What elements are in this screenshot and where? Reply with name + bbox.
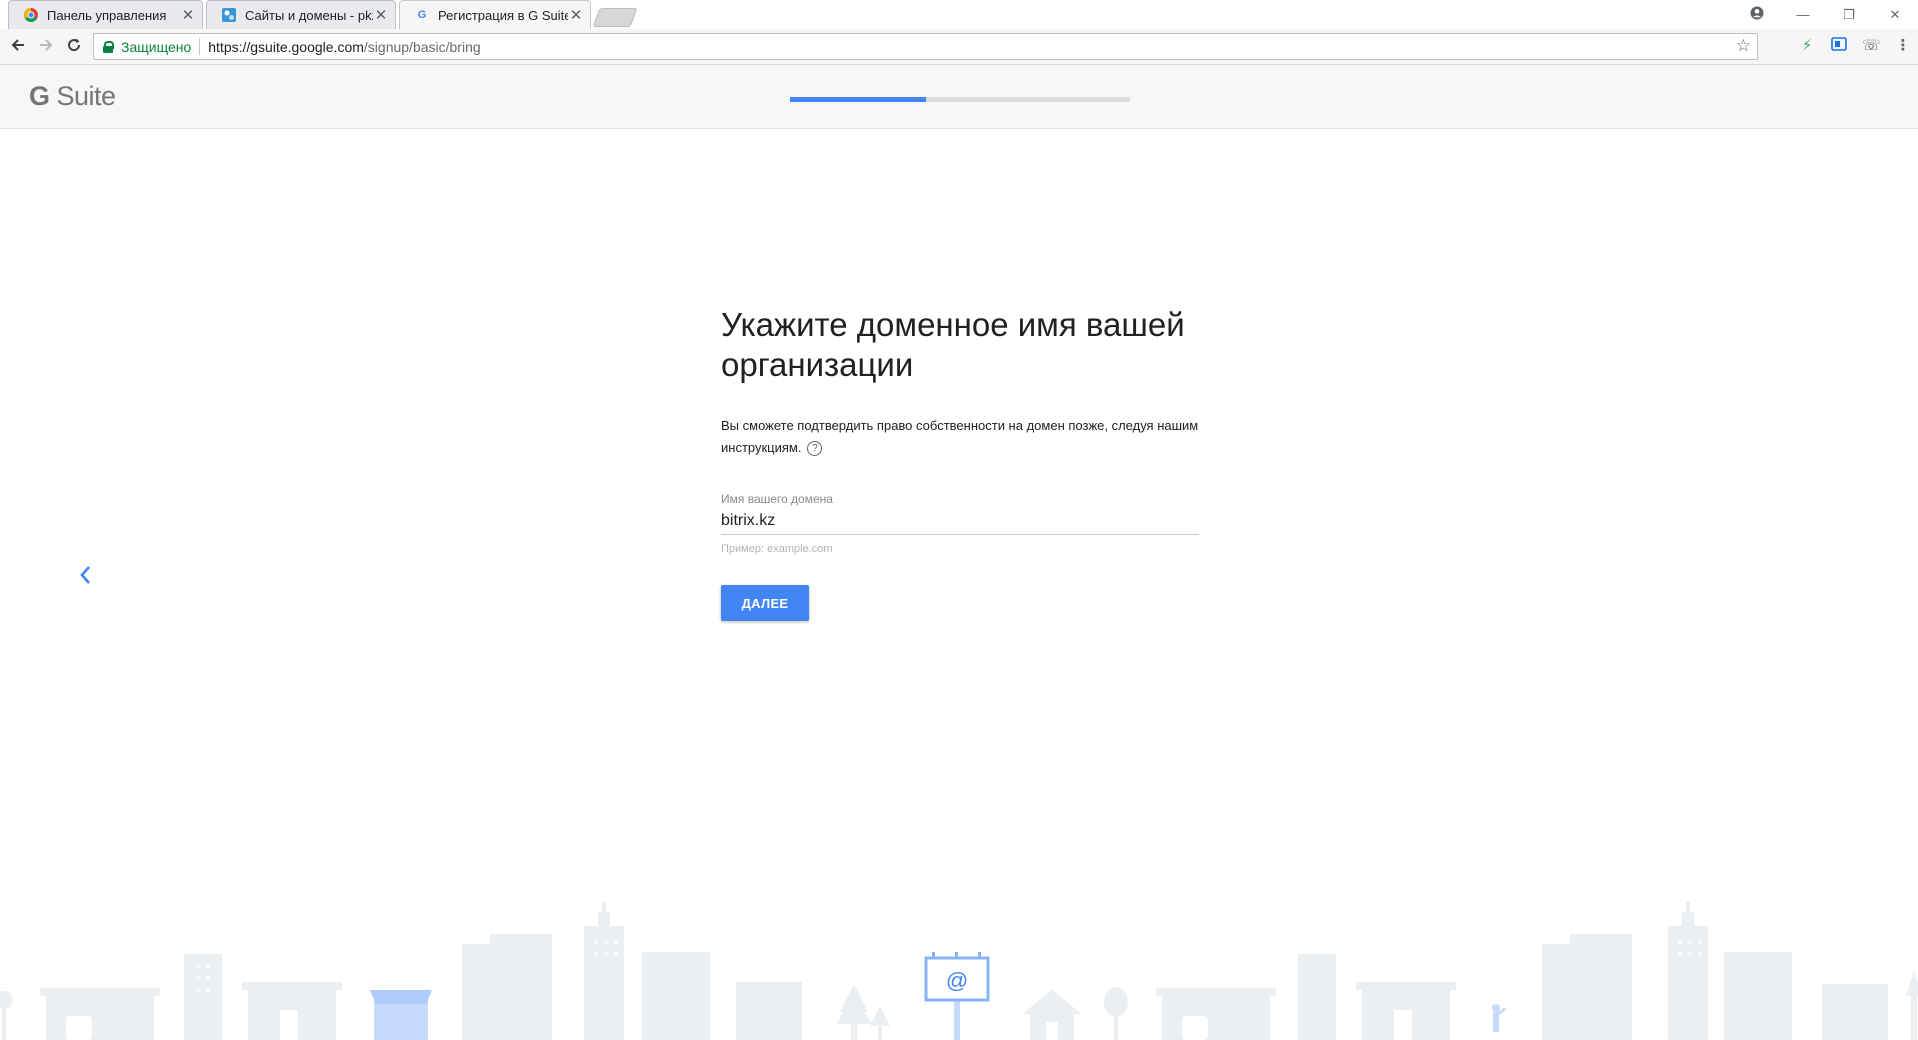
back-step-button[interactable]: [74, 562, 96, 588]
close-icon[interactable]: ✕: [180, 6, 196, 24]
form-description: Вы сможете подтвердить право собственнос…: [721, 415, 1199, 459]
profile-icon[interactable]: [1734, 6, 1780, 23]
chrome-favicon-icon: [23, 7, 39, 23]
google-favicon-icon: G: [417, 9, 427, 21]
tab-title: Сайты и домены - pkz25: [245, 7, 373, 23]
close-icon[interactable]: ✕: [373, 6, 389, 24]
restore-icon[interactable]: ❐: [1826, 7, 1872, 23]
billboard-icon: @: [924, 952, 990, 1002]
domain-input[interactable]: [721, 512, 1199, 535]
domain-field-hint: Пример: example.com: [721, 543, 833, 555]
city-illustration: @: [0, 902, 1918, 1040]
extension-icons: ⚡ ☏ ⋮: [1798, 37, 1912, 55]
omnibox-divider: [199, 38, 201, 55]
phone-extension-icon[interactable]: ☏: [1862, 37, 1881, 55]
page-header: G Suite: [0, 65, 1918, 129]
next-button[interactable]: ДАЛЕЕ: [721, 585, 809, 621]
url-host: https://gsuite.google.com: [208, 38, 364, 55]
back-icon[interactable]: [8, 37, 28, 57]
address-bar[interactable]: Защищено https://gsuite.google.com/signu…: [93, 33, 1758, 60]
forward-icon[interactable]: [36, 37, 56, 57]
domain-form: Укажите доменное имя вашей организации В…: [721, 305, 1199, 621]
gsuite-logo: G Suite: [29, 81, 116, 112]
url-path: /signup/basic/bring: [363, 38, 481, 55]
browser-tab-strip: Панель управления ✕ Сайты и домены - pkz…: [0, 0, 1918, 29]
tab-sites-domains[interactable]: Сайты и домены - pkz25 ✕: [206, 0, 396, 29]
menu-icon[interactable]: ⋮: [1894, 37, 1912, 55]
plesk-favicon-icon: [221, 7, 237, 23]
reload-icon[interactable]: [64, 37, 84, 57]
signup-progress-fill: [790, 97, 926, 102]
browser-toolbar: Защищено https://gsuite.google.com/signu…: [0, 29, 1918, 65]
chevron-left-icon: [80, 566, 90, 584]
window-controls: — ❐ ✕: [1734, 0, 1918, 29]
logo-g: G: [29, 81, 50, 111]
logo-suite: Suite: [56, 81, 117, 111]
billboard-symbol: @: [946, 968, 968, 993]
page-title: Укажите доменное имя вашей организации: [721, 306, 1185, 383]
signup-progress-bar: [790, 97, 1130, 102]
window-close-icon[interactable]: ✕: [1872, 7, 1918, 23]
close-icon[interactable]: ✕: [568, 6, 584, 24]
bookmark-star-icon[interactable]: ☆: [1736, 36, 1751, 56]
reader-extension-icon[interactable]: [1830, 37, 1848, 55]
secure-label: Защищено: [121, 38, 192, 55]
lightning-extension-icon[interactable]: ⚡: [1798, 37, 1816, 55]
domain-field-label: Имя вашего домена: [721, 492, 833, 506]
description-text: Вы сможете подтвердить право собственнос…: [721, 418, 1199, 455]
help-icon[interactable]: ?: [807, 441, 823, 456]
tab-gsuite-signup[interactable]: G Регистрация в G Suite ✕: [399, 0, 591, 29]
tab-title: Панель управления: [47, 7, 167, 23]
lock-icon: [103, 40, 114, 53]
minimize-icon[interactable]: —: [1780, 7, 1826, 22]
tab-control-panel[interactable]: Панель управления ✕: [8, 0, 203, 29]
new-tab-button[interactable]: [592, 8, 638, 27]
tab-title: Регистрация в G Suite: [438, 7, 568, 23]
